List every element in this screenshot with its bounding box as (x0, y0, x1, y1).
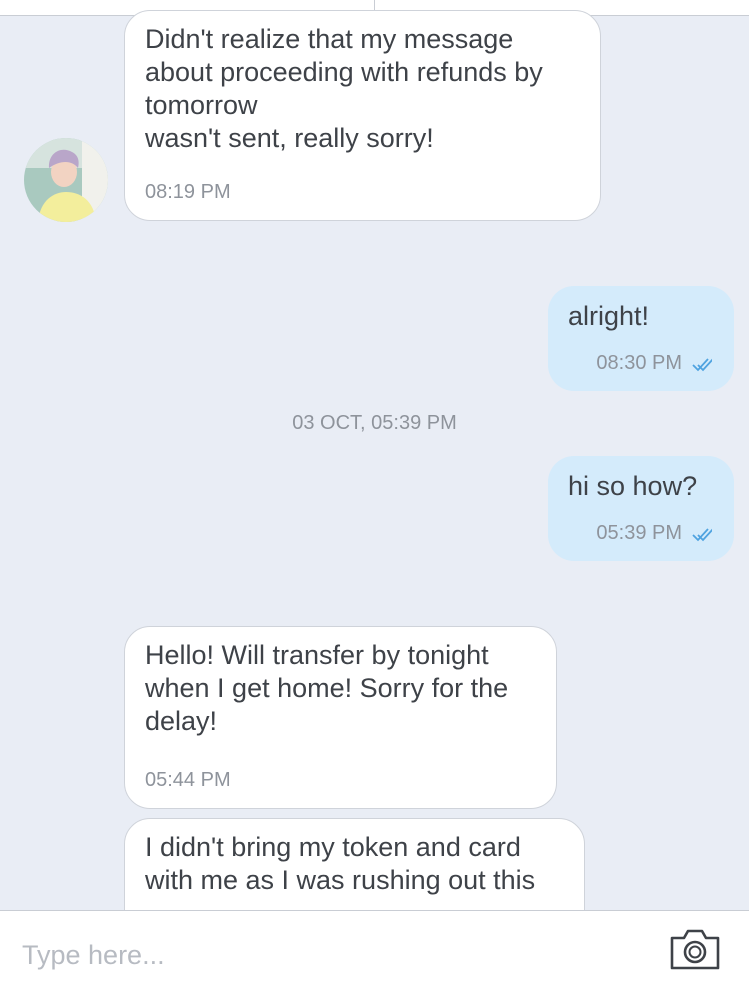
contact-avatar[interactable] (24, 138, 108, 222)
message-text: alright! (568, 301, 650, 331)
message-time: 05:39 PM (596, 522, 682, 544)
message-input[interactable] (22, 937, 622, 973)
double-check-icon (692, 528, 712, 542)
message-time: 05:44 PM (145, 769, 231, 791)
message-time: 08:30 PM (596, 352, 682, 374)
outgoing-message-bubble[interactable]: hi so how? 05:39 PM (548, 456, 734, 561)
message-text: I didn't bring my token and card with me… (145, 832, 536, 895)
message-text: hi so how? (568, 471, 698, 501)
double-check-icon (692, 358, 712, 372)
message-text: Hello! Will transfer by tonight when I g… (145, 640, 509, 736)
message-composer (0, 910, 749, 999)
incoming-message-bubble[interactable]: Hello! Will transfer by tonight when I g… (124, 626, 557, 809)
incoming-message-bubble[interactable]: Didn't realize that my message about pro… (124, 10, 601, 221)
camera-icon[interactable] (668, 926, 722, 972)
outgoing-message-bubble[interactable]: alright! 08:30 PM (548, 286, 734, 391)
date-separator: 03 OCT, 05:39 PM (292, 412, 457, 434)
message-thread: Didn't realize that my message about pro… (0, 0, 749, 910)
message-text: Didn't realize that my message about pro… (145, 24, 543, 153)
message-time: 08:19 PM (145, 181, 231, 203)
incoming-message-bubble[interactable]: I didn't bring my token and card with me… (124, 818, 585, 910)
